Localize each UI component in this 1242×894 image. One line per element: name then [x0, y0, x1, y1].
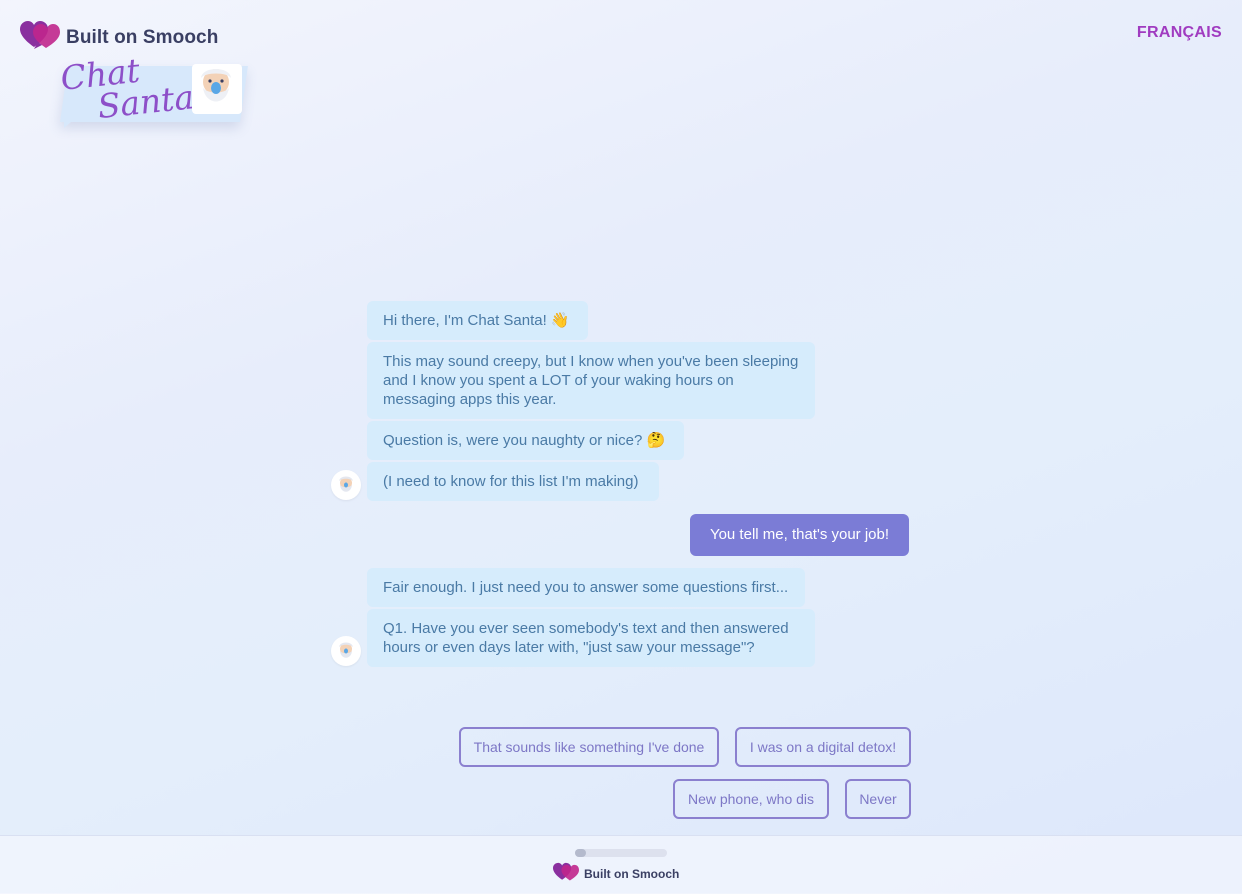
santa-message: Hi there, I'm Chat Santa! 👋: [367, 301, 588, 340]
santa-avatar-icon: [331, 636, 361, 666]
quick-reply-button[interactable]: New phone, who dis: [673, 779, 829, 819]
quick-reply-button[interactable]: That sounds like something I've done: [459, 727, 719, 767]
footer-brand-label: Built on Smooch: [584, 866, 680, 881]
brand-label: Built on Smooch: [66, 26, 219, 48]
chat-santa-logo: Chat Santa: [58, 51, 250, 134]
quick-reply-button[interactable]: Never: [845, 779, 911, 819]
santa-message: Question is, were you naughty or nice? 🤔: [367, 421, 684, 460]
santa-avatar-icon: [331, 470, 361, 500]
progress-fill: [575, 849, 587, 857]
progress-bar: [575, 849, 667, 857]
smooch-heart-icon: [553, 862, 579, 885]
user-message: You tell me, that's your job!: [690, 514, 909, 556]
santa-message: Q1. Have you ever seen somebody's text a…: [367, 609, 815, 667]
smooch-heart-icon: [20, 20, 60, 55]
language-switch-link[interactable]: FRANÇAIS: [1137, 24, 1222, 42]
quick-reply-button[interactable]: I was on a digital detox!: [735, 727, 911, 767]
footer-brand-link[interactable]: Built on Smooch: [553, 862, 679, 885]
santa-message: This may sound creepy, but I know when y…: [367, 342, 815, 419]
santa-message: (I need to know for this list I'm making…: [367, 462, 659, 501]
footer: Built on Smooch: [0, 835, 1242, 894]
logo-wordmark: Chat Santa: [58, 50, 196, 127]
santa-face-icon: [186, 58, 244, 116]
santa-message: Fair enough. I just need you to answer s…: [367, 568, 805, 607]
